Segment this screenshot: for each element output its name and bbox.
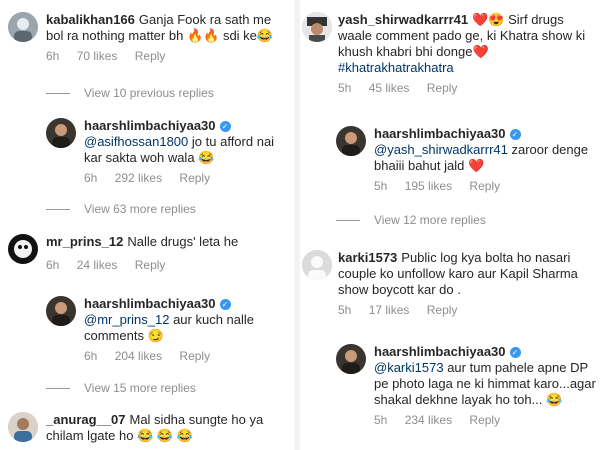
reply-button[interactable]: Reply <box>427 81 458 95</box>
laughing-emoji: 😂 <box>198 150 215 165</box>
avatar[interactable] <box>8 412 38 442</box>
comment-time: 6h <box>84 171 98 185</box>
reply-button[interactable]: Reply <box>469 179 500 193</box>
laughing-emoji: 😂 <box>546 392 563 407</box>
comment-time: 6h <box>46 49 60 63</box>
likes-count[interactable]: 195 likes <box>405 179 452 193</box>
divider-line <box>46 92 70 94</box>
heart-eyes-emoji: 😍 <box>488 12 505 27</box>
likes-count[interactable]: 70 likes <box>77 49 118 63</box>
laughing-emoji: 😂 <box>256 28 274 43</box>
comment-username[interactable]: haarshlimbachiyaa30 <box>374 344 506 359</box>
reply-button[interactable]: Reply <box>427 303 458 317</box>
comment-username[interactable]: karki1573 <box>338 250 397 265</box>
hashtag-link[interactable]: #khatrakhatrakhatra <box>338 60 454 75</box>
likes-count[interactable]: 204 likes <box>115 349 162 363</box>
heart-emoji: ❤️ <box>472 44 489 59</box>
comment-time: 5h <box>338 81 352 95</box>
divider-line <box>336 219 360 221</box>
comment-username[interactable]: kabalikhan166 <box>46 12 135 27</box>
comment-username[interactable]: _anurag__07 <box>46 412 126 427</box>
comment-text: Nalle drugs' leta he <box>127 234 239 249</box>
likes-count[interactable]: 234 likes <box>405 413 452 427</box>
reply-button[interactable]: Reply <box>179 349 210 363</box>
avatar[interactable] <box>302 250 332 280</box>
avatar[interactable] <box>302 12 332 42</box>
divider-line <box>46 387 70 389</box>
avatar[interactable] <box>8 234 38 264</box>
view-replies-label: View 63 more replies <box>84 202 196 216</box>
reply-button[interactable]: Reply <box>135 49 166 63</box>
avatar[interactable] <box>46 118 76 148</box>
fire-emoji: 🔥 <box>203 28 220 43</box>
comment-username[interactable]: haarshlimbachiyaa30 <box>84 118 216 133</box>
heart-emoji: ❤️ <box>472 12 489 27</box>
divider-line <box>46 208 70 210</box>
comment-time: 5h <box>374 179 388 193</box>
mention-link[interactable]: @asifhossan1800 <box>84 134 188 149</box>
comment-username[interactable]: mr_prins_12 <box>46 234 123 249</box>
reply-button[interactable]: Reply <box>179 171 210 185</box>
view-replies-label: View 12 more replies <box>374 213 486 227</box>
heart-emoji: ❤️ <box>467 158 485 173</box>
comment-time: 5h <box>374 413 388 427</box>
fire-emoji: 🔥 <box>186 28 204 43</box>
view-replies-button[interactable]: View 12 more replies <box>336 213 486 227</box>
view-replies-button[interactable]: View 15 more replies <box>46 381 196 395</box>
smirk-emoji: 😏 <box>147 328 164 343</box>
comment-username[interactable]: haarshlimbachiyaa30 <box>374 126 506 141</box>
mention-link[interactable]: @mr_prins_12 <box>84 312 169 327</box>
left-panel: kabalikhan166 Ganja Fook ra sath me bol r… <box>0 0 294 450</box>
avatar[interactable] <box>8 12 38 42</box>
comment-time: 6h <box>46 258 60 272</box>
verified-badge-icon: ✓ <box>509 347 521 358</box>
view-replies-button[interactable]: View 10 previous replies <box>46 86 214 100</box>
likes-count[interactable]: 45 likes <box>369 81 410 95</box>
mention-link[interactable]: @karki1573 <box>374 360 444 375</box>
likes-count[interactable]: 24 likes <box>77 258 118 272</box>
view-replies-button[interactable]: View 63 more replies <box>46 202 196 216</box>
comment-username[interactable]: haarshlimbachiyaa30 <box>84 296 216 311</box>
reply-button[interactable]: Reply <box>469 413 500 427</box>
comment-time: 5h <box>338 303 352 317</box>
view-replies-label: View 10 previous replies <box>84 86 214 100</box>
reply-button[interactable]: Reply <box>135 258 166 272</box>
comment-time: 6h <box>84 349 98 363</box>
verified-badge-icon: ✓ <box>509 129 521 140</box>
right-panel: yash_shirwadkarrr41 ❤️😍 Sirf drugs waale … <box>300 0 600 450</box>
comment-text: sdi ke <box>222 28 257 43</box>
likes-count[interactable]: 17 likes <box>369 303 410 317</box>
verified-badge-icon: ✓ <box>219 299 231 310</box>
comment-username[interactable]: yash_shirwadkarrr41 <box>338 12 468 27</box>
verified-badge-icon: ✓ <box>219 121 231 132</box>
laughing-emoji: 😂 😂 😂 <box>137 428 193 443</box>
view-replies-label: View 15 more replies <box>84 381 196 395</box>
mention-link[interactable]: @yash_shirwadkarrr41 <box>374 142 508 157</box>
likes-count[interactable]: 292 likes <box>115 171 162 185</box>
avatar[interactable] <box>336 126 366 156</box>
avatar[interactable] <box>46 296 76 326</box>
avatar[interactable] <box>336 344 366 374</box>
